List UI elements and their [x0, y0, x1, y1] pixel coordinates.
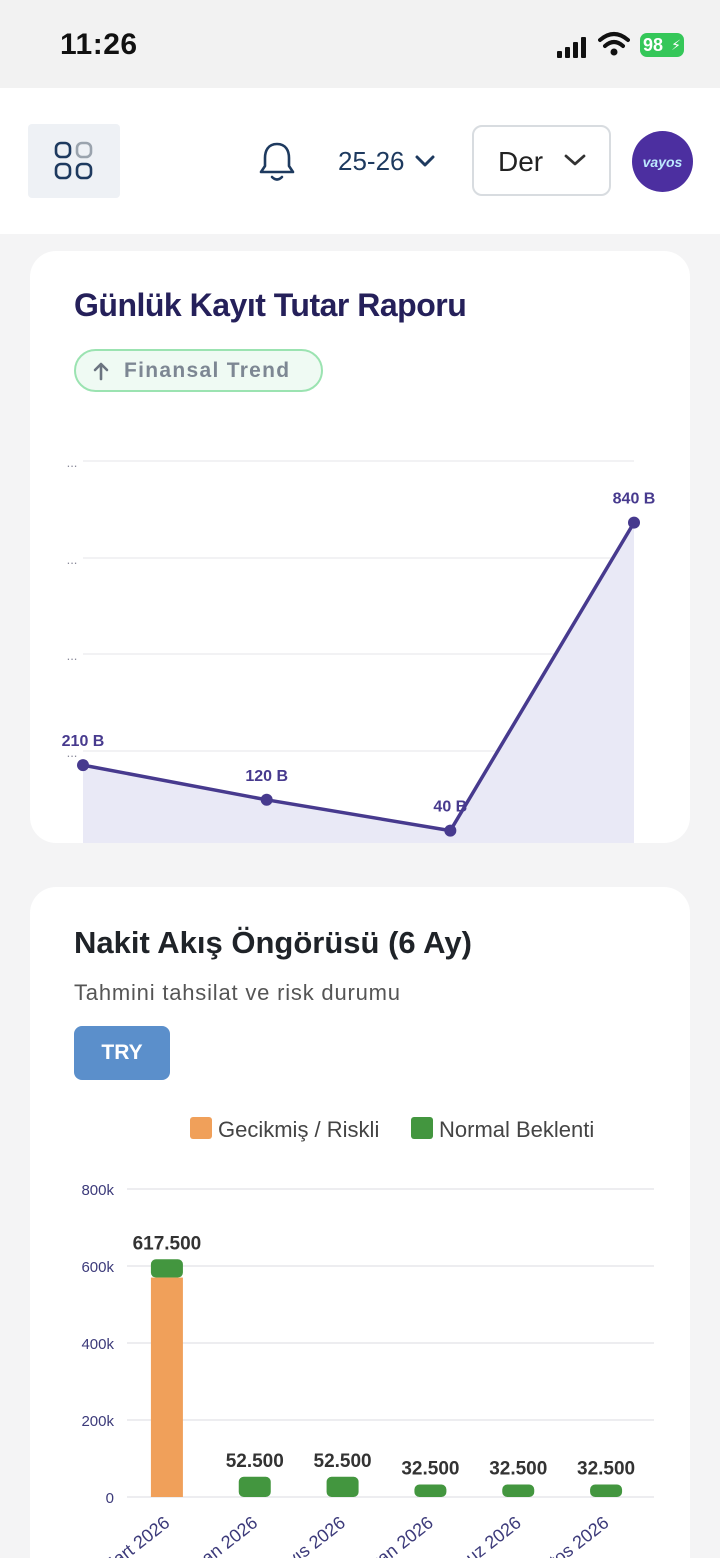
data-point [444, 824, 457, 837]
x-tick-label: Mart 2026 [97, 1512, 173, 1558]
month-value: Der [498, 146, 544, 177]
battery-level: 98 [643, 35, 664, 55]
bar-segment [150, 1277, 183, 1497]
y-tick-label: 200k [81, 1413, 114, 1430]
area-fill [83, 522, 634, 843]
y-tick-label: ... [67, 455, 78, 470]
bar-segment [326, 1476, 359, 1497]
data-point [628, 516, 640, 529]
status-bar: 11:26 98 ⚡ [0, 0, 720, 88]
bar-total-label: 617.500 [133, 1233, 202, 1254]
year-value: 25-26 [338, 145, 405, 176]
x-tick-label: Mayıs 2026 [263, 1512, 349, 1558]
year-select[interactable]: 25-26 [338, 144, 435, 178]
cash-flow-title: Nakit Akış Öngörüsü (6 Ay) [74, 925, 472, 960]
bar-total-label: 52.500 [226, 1451, 284, 1472]
bar-segment [502, 1484, 535, 1497]
legend-label: Normal Beklenti [439, 1117, 594, 1142]
financial-trend-badge: Finansal Trend [74, 349, 323, 392]
month-select[interactable]: Der [472, 125, 611, 196]
currency-try-button[interactable]: TRY [74, 1026, 170, 1080]
avatar-logo: vayos [642, 153, 683, 170]
data-label: 210 B [62, 733, 105, 750]
chevron-down-icon [564, 154, 586, 166]
menu-button[interactable] [28, 124, 120, 198]
bar-total-label: 32.500 [401, 1458, 459, 1479]
y-tick-label: ... [67, 552, 78, 567]
chevron-down-icon [415, 155, 434, 167]
data-point [77, 759, 89, 772]
data-label: 120 B [245, 768, 288, 785]
avatar[interactable]: vayos [632, 131, 693, 192]
x-tick-label: Ağustos 2026 [513, 1512, 612, 1558]
y-tick-label: 0 [106, 1490, 114, 1507]
arrow-up-icon [93, 362, 109, 380]
daily-report-card: Günlük Kayıt Tutar Raporu Finansal Trend… [30, 251, 690, 843]
daily-amount-chart: ............210 B120 B40 B840 B [62, 455, 656, 843]
x-tick-label: Temmuz 2026 [423, 1512, 524, 1558]
status-time: 11:26 [60, 28, 138, 61]
grid-menu-icon [54, 141, 93, 180]
battery-icon: 98 ⚡ [640, 33, 684, 57]
bar-total-label: 52.500 [314, 1451, 372, 1472]
bar-segment [414, 1484, 447, 1497]
bar-segment [150, 1259, 183, 1278]
x-tick-label: Haziran 2026 [340, 1512, 437, 1558]
y-tick-label: 600k [81, 1259, 114, 1276]
app-header: 25-26 Der vayos [0, 88, 720, 234]
notification-bell-icon[interactable] [258, 140, 296, 184]
daily-report-title: Günlük Kayıt Tutar Raporu [74, 287, 467, 323]
data-point [260, 793, 273, 806]
data-label: 840 B [613, 491, 656, 508]
bar-total-label: 32.500 [577, 1458, 635, 1479]
financial-trend-label: Finansal Trend [124, 358, 291, 382]
y-tick-label: 400k [81, 1336, 114, 1353]
wifi-icon [598, 32, 630, 56]
cellular-signal-icon [557, 37, 586, 58]
legend-swatch [411, 1117, 433, 1139]
y-tick-label: 800k [81, 1182, 114, 1199]
x-tick-label: Nisan 2026 [177, 1512, 261, 1558]
cash-flow-chart: Gecikmiş / Riskli Normal Beklenti 800k 600k… [81, 1117, 654, 1558]
bar-segment [590, 1484, 623, 1497]
y-tick-label: ... [67, 648, 78, 663]
data-label: 40 B [433, 799, 467, 816]
legend-swatch [190, 1117, 212, 1139]
cash-flow-subtitle: Tahmini tahsilat ve risk durumu [74, 980, 401, 1005]
bar-total-label: 32.500 [489, 1458, 547, 1479]
cash-flow-card: Nakit Akış Öngörüsü (6 Ay) Tahmini tahsi… [30, 887, 690, 1558]
legend-label: Gecikmiş / Riskli [218, 1117, 379, 1142]
bar-segment [238, 1476, 271, 1497]
